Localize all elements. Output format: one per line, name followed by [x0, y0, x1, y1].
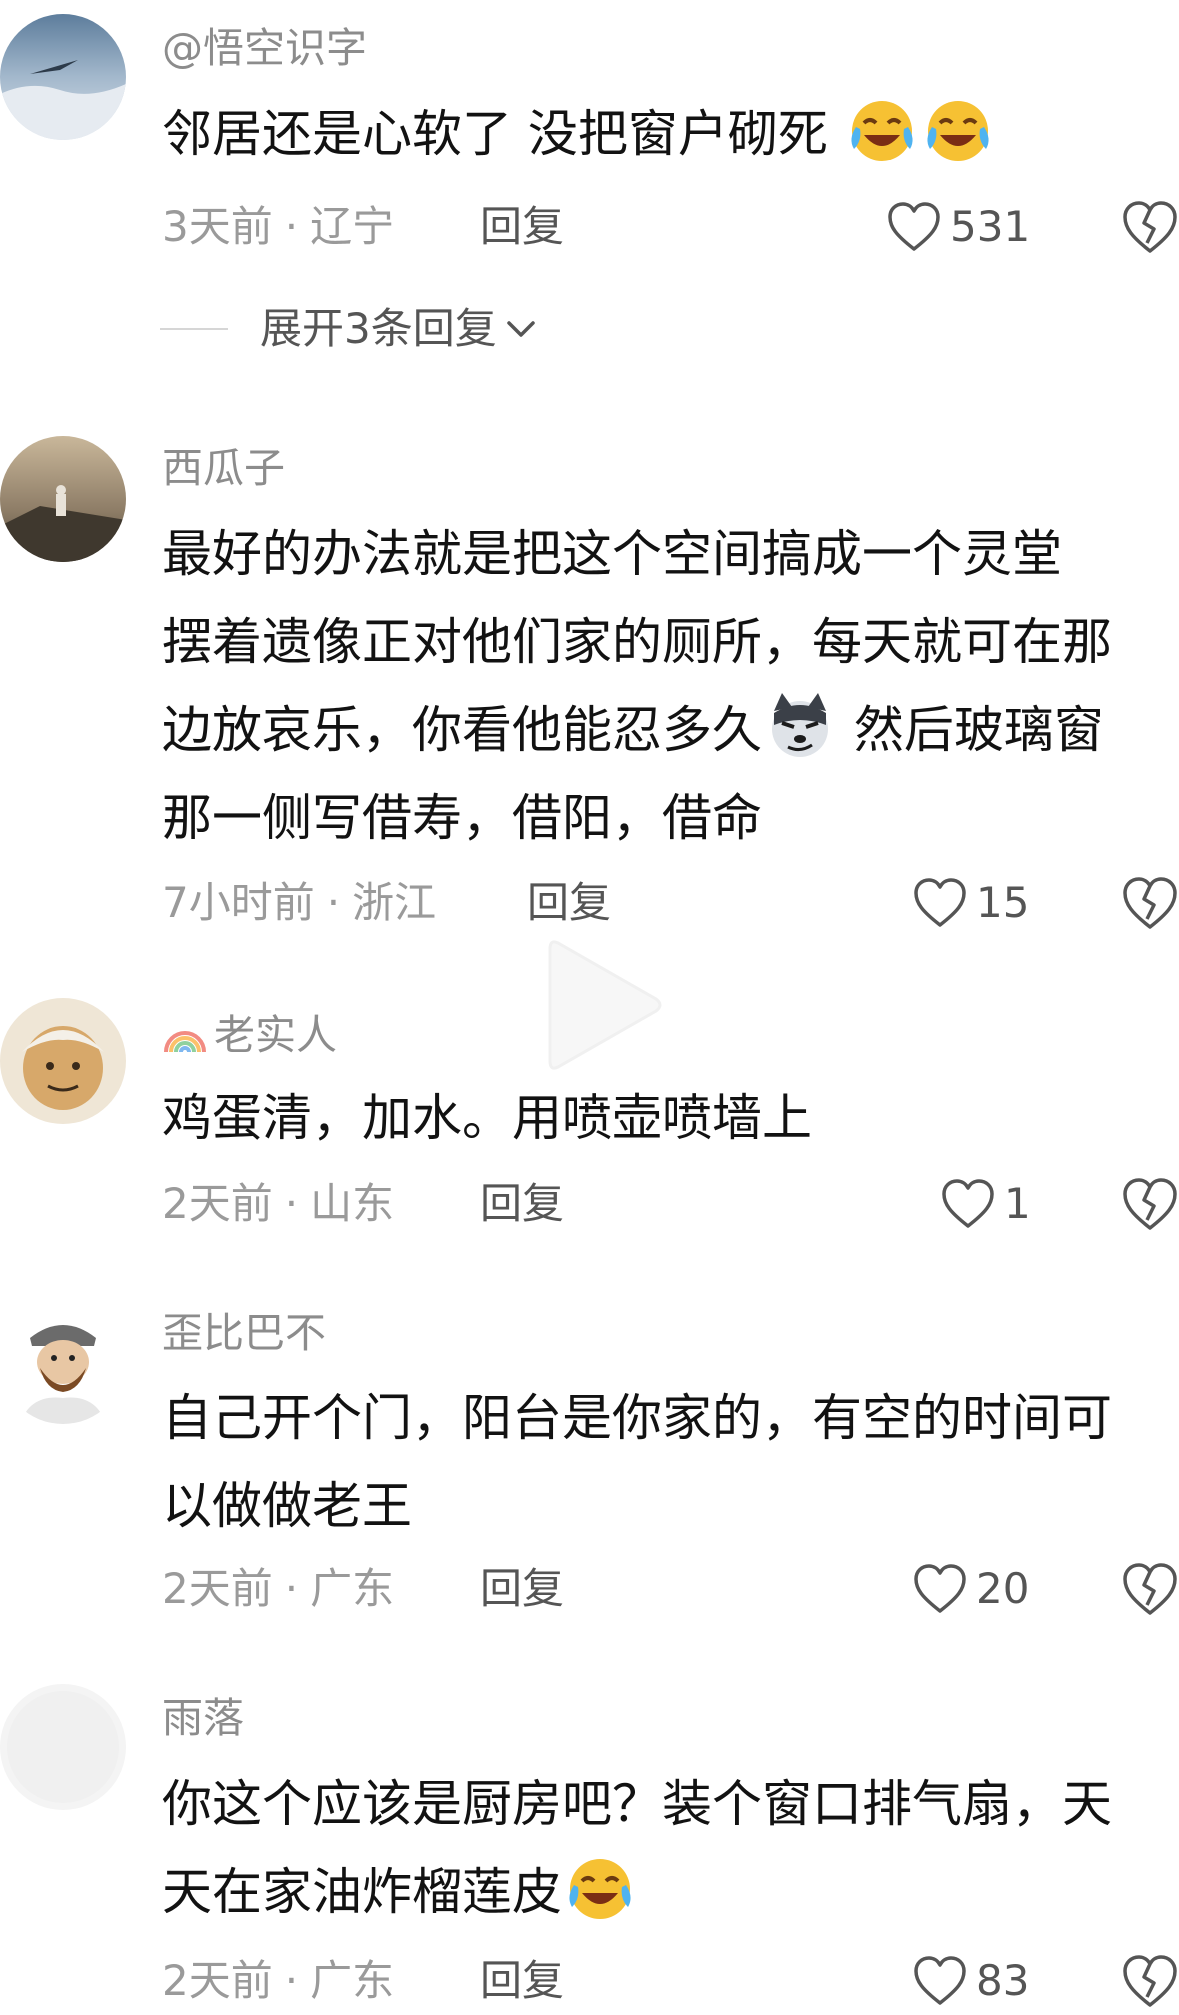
- comment-time: 2天前: [162, 1179, 273, 1228]
- comment-text-line: 然后玻璃窗: [853, 701, 1104, 759]
- comment-location: 山东: [310, 1179, 395, 1228]
- username-label: 老实人: [214, 1010, 337, 1059]
- reply-button[interactable]: 回复: [480, 206, 564, 248]
- play-icon[interactable]: [520, 925, 680, 1085]
- comment-text-line: 邻居还是心软了 没把窗户砌死: [162, 105, 828, 163]
- reply-button[interactable]: 回复: [480, 1568, 564, 1610]
- crying-laughing-face-emoji: [927, 101, 989, 161]
- reply-button[interactable]: 回复: [480, 1960, 564, 2002]
- reply-button[interactable]: 回复: [480, 1183, 564, 1225]
- comment-time: 3天前: [162, 202, 273, 251]
- expand-replies-button[interactable]: 展开3条回复: [160, 308, 541, 350]
- comment-text-line: 边放哀乐，你看他能忍多久: [162, 701, 762, 759]
- comment-time: 2天前: [162, 1564, 273, 1613]
- avatar-bearded-man-image: [0, 1298, 126, 1424]
- comment-location: 辽宁: [310, 202, 395, 251]
- reply-button[interactable]: 回复: [527, 882, 611, 924]
- comment-list: @悟空识字 邻居还是心软了 没把窗户砌死 3天前 · 辽宁 回复 531 展开3…: [0, 0, 1179, 2015]
- crying-laughing-face-emoji: [569, 1859, 631, 1919]
- username[interactable]: 老实人: [162, 1012, 337, 1058]
- username[interactable]: @悟空识字: [162, 28, 367, 69]
- heart-icon: [888, 202, 940, 251]
- meta-separator: ·: [284, 1956, 299, 2005]
- avatar[interactable]: [0, 1684, 126, 1810]
- broken-heart-icon[interactable]: [1120, 199, 1179, 255]
- divider: [160, 328, 228, 330]
- comment-text-line: 摆着遗像正对他们家的厕所，每天就可在那: [162, 613, 1112, 671]
- comment-text: 最好的办法就是把这个空间搞成一个灵堂 摆着遗像正对他们家的厕所，每天就可在那 边…: [162, 510, 1179, 862]
- like-count: 83: [976, 1956, 1030, 2005]
- comment-location: 广东: [310, 1956, 395, 2005]
- chevron-down-icon: [506, 321, 535, 337]
- rainbow-icon: [164, 1031, 206, 1053]
- comment-time: 7小时前: [162, 878, 315, 927]
- comment-text-line: 你这个应该是厨房吧？装个窗口排气扇，天: [162, 1775, 1112, 1833]
- avatar[interactable]: [0, 14, 126, 140]
- comment-text-line: 以做做老王: [162, 1477, 412, 1535]
- avatar[interactable]: [0, 998, 126, 1124]
- broken-heart-icon[interactable]: [1120, 875, 1179, 931]
- broken-heart-icon[interactable]: [1120, 1953, 1179, 2009]
- like-count: 1: [1004, 1179, 1031, 1228]
- meta-separator: ·: [284, 1179, 299, 1228]
- heart-icon: [914, 878, 966, 927]
- avatar-sky-image: [0, 14, 126, 140]
- comment-meta: 2天前 · 广东: [162, 1960, 394, 2002]
- heart-icon: [914, 1956, 966, 2005]
- like-button[interactable]: 15: [912, 877, 1029, 929]
- meta-separator: ·: [326, 878, 341, 927]
- username[interactable]: 西瓜子: [162, 448, 285, 489]
- comment-text: 你这个应该是厨房吧？装个窗口排气扇，天 天在家油炸榴莲皮: [162, 1760, 1179, 1936]
- comment-text-line: 天在家油炸榴莲皮: [162, 1863, 562, 1921]
- avatar-cartoon-image: [0, 998, 126, 1124]
- comment-time: 2天前: [162, 1956, 273, 2005]
- meta-separator: ·: [284, 1564, 299, 1613]
- comment-meta: 3天前 · 辽宁: [162, 206, 394, 248]
- crying-laughing-face-emoji: [851, 101, 913, 161]
- like-button[interactable]: 20: [912, 1563, 1029, 1615]
- avatar[interactable]: [0, 436, 126, 562]
- heart-icon: [942, 1179, 994, 1228]
- like-button[interactable]: 1: [940, 1178, 1031, 1230]
- comment-meta: 2天前 · 广东: [162, 1568, 394, 1610]
- like-button[interactable]: 83: [912, 1955, 1029, 2007]
- username[interactable]: 歪比巴不: [162, 1313, 326, 1354]
- comment-text: 邻居还是心软了 没把窗户砌死: [162, 90, 1179, 178]
- broken-heart-icon[interactable]: [1120, 1561, 1179, 1617]
- broken-heart-icon[interactable]: [1120, 1176, 1179, 1232]
- comment-meta: 7小时前 · 浙江: [162, 882, 436, 924]
- comment-text-line: 最好的办法就是把这个空间搞成一个灵堂: [162, 525, 1062, 583]
- like-button[interactable]: 531: [886, 201, 1030, 253]
- comment-meta: 2天前 · 山东: [162, 1183, 394, 1225]
- comment-text-line: 那一侧写借寿，借阳，借命: [162, 789, 762, 847]
- comment-location: 浙江: [352, 878, 437, 927]
- meta-separator: ·: [284, 202, 299, 251]
- avatar-blank-image: [0, 1684, 126, 1810]
- comment-location: 广东: [310, 1564, 395, 1613]
- heart-icon: [914, 1564, 966, 1613]
- like-count: 531: [950, 202, 1031, 251]
- expand-replies-label: 展开3条回复: [260, 304, 497, 353]
- comment-text-line: 自己开个门，阳台是你家的，有空的时间可: [162, 1389, 1112, 1447]
- like-count: 15: [976, 878, 1030, 927]
- avatar-person-image: [0, 436, 126, 562]
- avatar[interactable]: [0, 1298, 126, 1424]
- like-count: 20: [976, 1564, 1030, 1613]
- smirking-wolf-emoji: [772, 693, 828, 757]
- comment-text: 自己开个门，阳台是你家的，有空的时间可 以做做老王: [162, 1374, 1179, 1550]
- username[interactable]: 雨落: [162, 1698, 244, 1739]
- comment-text-line: 鸡蛋清，加水。用喷壶喷墙上: [162, 1089, 812, 1147]
- comment-text: 鸡蛋清，加水。用喷壶喷墙上: [162, 1074, 1179, 1162]
